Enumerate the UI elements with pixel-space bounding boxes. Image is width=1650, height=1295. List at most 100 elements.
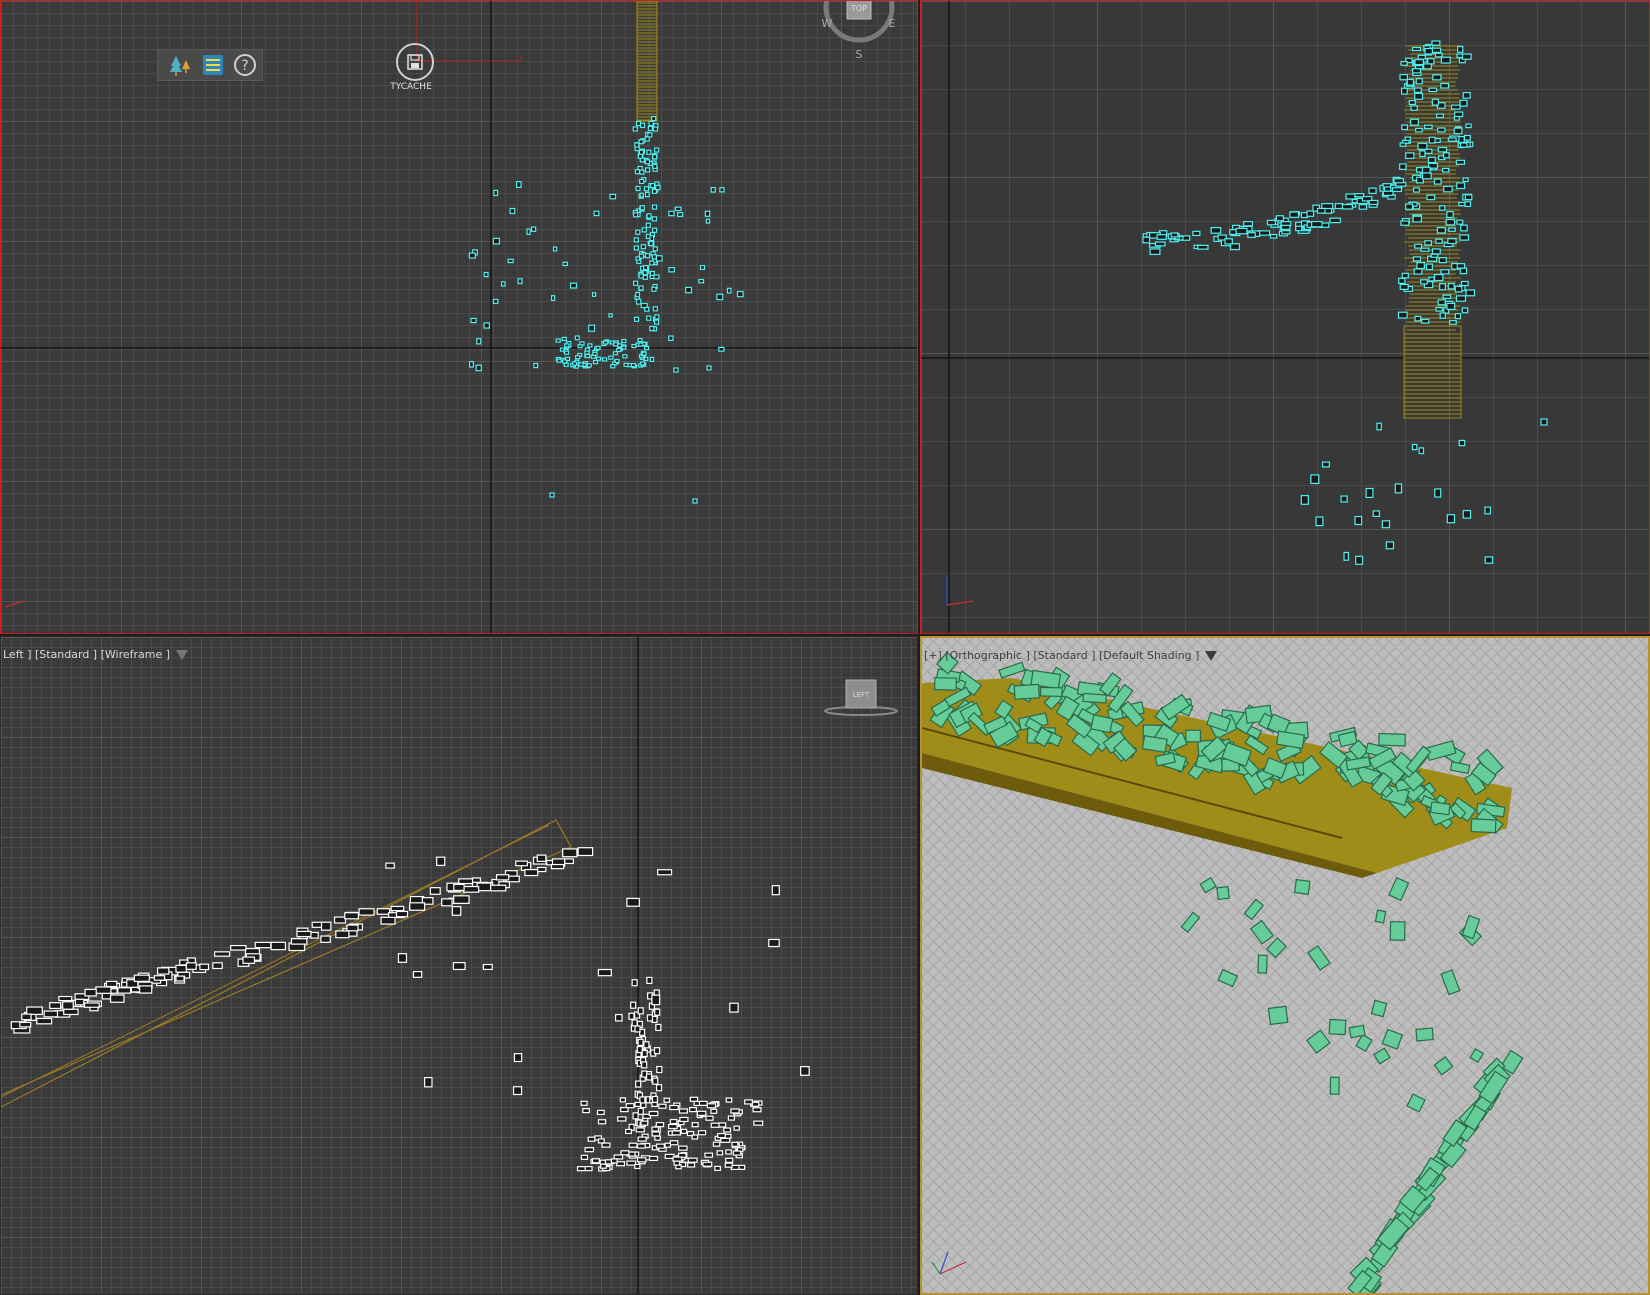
particle [669,1140,679,1146]
particle [653,274,660,280]
particle [1149,248,1161,255]
particle [710,187,716,193]
particle [680,1128,688,1134]
particle [475,364,482,372]
particle [517,278,523,285]
particle [1455,159,1466,165]
particle [1435,113,1444,119]
particle [1394,483,1403,494]
viewport-top[interactable]: ? TYCACHE TOP W E S [0,0,918,634]
particle [704,210,711,217]
particle [1455,295,1467,302]
particle [458,878,474,885]
particle [672,1156,683,1162]
list-icon[interactable] [200,52,226,78]
filter-icon[interactable] [176,650,189,660]
particle-box [1378,732,1407,747]
viewport-label[interactable]: Left ] [Standard ] [Wireframe ] [3,648,189,661]
particle [616,347,622,353]
particle [616,1161,626,1167]
particle [1431,98,1439,106]
particle [751,1101,760,1107]
viewport-label-text[interactable]: Left ] [Standard ] [Wireframe ] [3,648,170,661]
viewcube-left[interactable]: LEFT [821,677,901,717]
particle [1315,516,1324,527]
particle [1461,53,1472,60]
particle [652,126,659,132]
particle [1464,201,1472,208]
particle [1453,127,1463,135]
particle [1295,225,1303,232]
particle [1329,217,1341,224]
tycache-button[interactable]: TYCACHE [390,43,441,93]
viewport-left[interactable]: Left ] [Standard ] [Wireframe ] LEFT [0,636,918,1295]
particle [697,1130,707,1136]
particle [635,1080,642,1088]
viewport-orthographic[interactable]: [+] [Orthographic ] [Standard ] [Default… [920,636,1650,1295]
particle [771,885,780,896]
particle [669,1104,679,1111]
particle [1354,193,1365,198]
particle [1440,82,1450,89]
particle [1334,203,1344,210]
particle [636,298,642,305]
particle [637,1107,644,1115]
particle [587,1136,596,1142]
particle [569,282,578,289]
particle [617,343,623,348]
viewcube-top[interactable]: TOP W E S [821,1,897,63]
particle [1382,190,1394,196]
particle-box [1249,919,1274,945]
particle-box [1216,885,1230,901]
particle [640,361,646,366]
particle [698,1100,708,1106]
particle [290,938,308,945]
viewport-label[interactable]: [+] [Orthographic ] [Standard ] [Default… [924,649,1218,662]
particle [635,1127,645,1133]
help-icon[interactable]: ? [232,52,258,78]
particle [1461,307,1469,314]
particle [710,1108,718,1114]
particle [49,1002,62,1010]
particle [1399,283,1409,291]
particle-box [1293,878,1311,895]
particle [385,862,395,869]
particle [1438,257,1447,264]
tree-outliner-icon[interactable] [168,52,194,78]
particle [1447,137,1457,142]
particle [724,1162,733,1168]
particle [631,344,637,349]
particle [1430,253,1439,258]
particle [718,346,725,352]
particle [561,336,567,341]
particle-box [1388,876,1410,902]
particle [635,291,641,298]
particle [646,315,652,321]
viewport-front[interactable] [920,0,1650,634]
particle [175,964,187,973]
particle [1453,116,1460,121]
particle [397,953,408,963]
viewport-label-text[interactable]: [+] [Orthographic ] [Standard ] [Default… [924,649,1199,662]
particle [296,930,312,938]
particle [723,1127,731,1133]
particle [650,183,656,189]
particle [597,1119,607,1125]
particle [1372,510,1381,517]
particle [574,335,580,341]
particle [311,921,323,928]
particle [1437,299,1446,306]
particle [1368,199,1379,206]
particle [1456,263,1466,269]
particle [62,1001,74,1010]
particle [1414,315,1422,322]
particle [1446,514,1456,524]
particle [668,335,674,341]
stack-base [1403,325,1462,419]
particle-box [1013,683,1040,700]
filter-icon[interactable] [1205,651,1218,661]
particle [524,869,539,877]
particle [652,306,658,312]
particle [634,142,640,148]
particle [648,1155,659,1162]
